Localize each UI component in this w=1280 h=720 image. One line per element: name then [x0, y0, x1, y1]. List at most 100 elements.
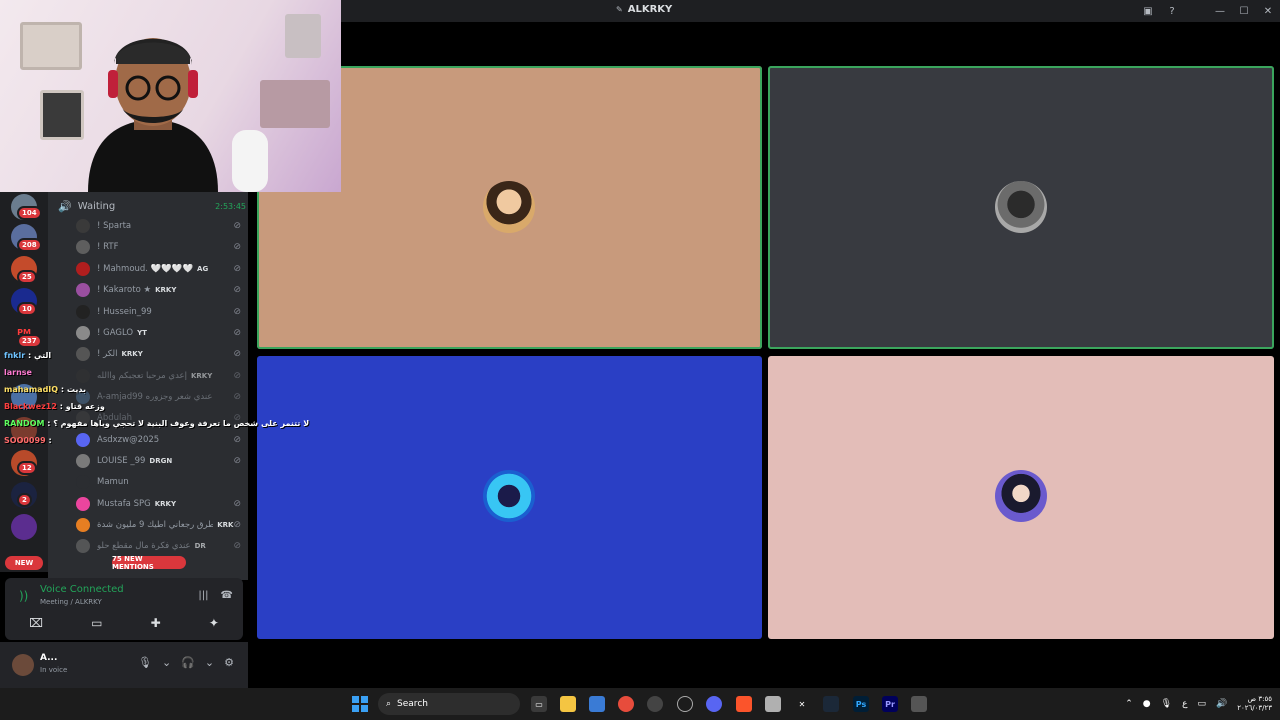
video-tile-3[interactable]: [257, 356, 762, 639]
file-explorer-icon[interactable]: [560, 696, 576, 712]
mention-badge: 2: [17, 493, 32, 507]
chat-user: RANDOM: [4, 419, 45, 428]
clock[interactable]: ٣:٥٥ ص ٢٠٢٦/٠٣/٢٣: [1237, 695, 1272, 713]
member-tag: DRGN: [149, 457, 173, 465]
member-tag: DR: [194, 542, 206, 550]
task-view-icon[interactable]: ▭: [531, 696, 547, 712]
wall-frame: [20, 22, 82, 70]
chat-text: : بديت: [60, 385, 86, 394]
language-icon[interactable]: ع: [1182, 699, 1187, 709]
window-title-text: ALKRKY: [627, 4, 673, 15]
mention-badge: 25: [17, 270, 37, 284]
voice-member[interactable]: ! Mahmoud. 🤍🤍🤍🤍 AG ⊘: [76, 260, 241, 278]
taskbar-search[interactable]: ⌕ Search: [378, 693, 520, 715]
app-tray-icon[interactable]: ●: [1143, 699, 1151, 709]
premiere-icon[interactable]: Pr: [882, 696, 898, 712]
minimize-button[interactable]: —: [1208, 6, 1232, 17]
voice-member[interactable]: ! Sparta ⊘: [76, 217, 241, 235]
noise-suppression-icon[interactable]: |||: [198, 590, 208, 601]
volume-icon[interactable]: 🔊: [1216, 699, 1227, 709]
wall-frame: [260, 80, 330, 128]
chevron-down-icon[interactable]: ⌄: [205, 656, 214, 669]
deafen-icon: ⊘: [233, 371, 241, 381]
capcut-icon[interactable]: ✕: [794, 696, 810, 712]
app-icon[interactable]: [647, 696, 663, 712]
windows-start-icon[interactable]: [352, 696, 368, 712]
user-name[interactable]: A...: [40, 653, 57, 663]
headphones-icon[interactable]: 🎧: [181, 656, 195, 669]
signal-icon[interactable]: )): [19, 589, 28, 603]
user-controls: 🎙 ⌄ 🎧 ⌄ ⚙: [138, 656, 234, 669]
voice-status[interactable]: Voice Connected: [40, 584, 124, 595]
member-name: اطرق رجعاني اطيك 9 مليون شدة: [97, 520, 214, 530]
user-avatar[interactable]: [12, 654, 34, 676]
voice-member[interactable]: Asdxzw@2025 ⊘: [76, 431, 241, 449]
discord-icon[interactable]: [706, 696, 722, 712]
avatar: [76, 305, 90, 319]
member-tag: YT: [137, 329, 147, 337]
avatar: [76, 539, 90, 553]
voice-member[interactable]: ! RTF ⊘: [76, 238, 241, 256]
mention-badge: 12: [17, 461, 37, 475]
voice-member[interactable]: ! Hussein_99 ⊘: [76, 303, 241, 321]
deafen-icon: ⊘: [233, 456, 241, 466]
voice-member[interactable]: إعدي مرحبا تعجبكم واالله KRKY ⊘: [76, 367, 241, 385]
help-icon[interactable]: ?: [1160, 6, 1184, 17]
camera-off-icon[interactable]: ⌧: [29, 616, 43, 630]
chat-message: fnklr : التي: [4, 351, 51, 360]
app-icon[interactable]: [765, 696, 781, 712]
voice-channel-header[interactable]: 🔊 Waiting 2:53:45: [58, 198, 246, 214]
voice-member[interactable]: LOUISE _99 DRGN ⊘: [76, 452, 241, 470]
deafen-icon: ⊘: [233, 328, 241, 338]
voice-member[interactable]: ! Kakaroto ★ KRKY ⊘: [76, 281, 241, 299]
activities-icon[interactable]: ✚: [151, 616, 161, 630]
screen-share-icon[interactable]: ▣: [1136, 6, 1160, 17]
soundboard-icon[interactable]: ✦: [209, 616, 219, 630]
video-tile-4[interactable]: [768, 356, 1274, 639]
member-tag: KRK: [217, 521, 234, 529]
app-icon[interactable]: [911, 696, 927, 712]
chat-text: : التي: [27, 351, 52, 360]
voice-member[interactable]: ! GAGLO YT ⊘: [76, 324, 241, 342]
network-icon[interactable]: ▭: [1197, 699, 1206, 709]
member-name: عندي فكرة مال مقطع حلو: [97, 541, 191, 551]
voice-member[interactable]: اطرق رجعاني اطيك 9 مليون شدة KRK ⊘: [76, 516, 241, 534]
member-name: LOUISE _99: [97, 456, 146, 466]
voice-member[interactable]: Mustafa SPG KRKY ⊘: [76, 495, 241, 513]
chat-text: : وزعه قتاو: [59, 402, 105, 411]
photoshop-icon[interactable]: Ps: [853, 696, 869, 712]
chevron-down-icon[interactable]: ⌄: [162, 656, 171, 669]
brave-icon[interactable]: [736, 696, 752, 712]
voice-member[interactable]: Mamun: [76, 473, 241, 491]
new-mentions-button[interactable]: 75 NEW MENTIONS: [112, 555, 186, 571]
member-name: ! GAGLO: [97, 328, 134, 338]
voice-member[interactable]: عندي فكرة مال مقطع حلو DR ⊘: [76, 537, 241, 555]
microphone-prop: [232, 130, 268, 192]
maximize-button[interactable]: ☐: [1232, 6, 1256, 17]
microphone-icon[interactable]: 🎙: [1161, 699, 1172, 709]
disconnect-icon[interactable]: ☎: [221, 590, 233, 601]
gear-icon[interactable]: ⚙: [224, 656, 234, 669]
chrome-icon[interactable]: [618, 696, 634, 712]
store-icon[interactable]: [589, 696, 605, 712]
video-tile-2[interactable]: [768, 66, 1274, 349]
member-name: Mamun: [97, 477, 129, 487]
voice-member[interactable]: ! الكر KRKY ⊘: [76, 345, 241, 363]
voice-channel-path[interactable]: Meeting / ALKRKY: [40, 598, 102, 606]
deafen-icon: ⊘: [233, 242, 241, 252]
microphone-icon[interactable]: 🎙: [138, 656, 152, 669]
server-list: 104 208 25 10 PM 237 12 2: [0, 192, 48, 572]
steam-icon[interactable]: [677, 696, 693, 712]
steam-icon[interactable]: [823, 696, 839, 712]
screen-share-icon[interactable]: ▭: [91, 616, 102, 630]
system-tray: ⌃ ● 🎙 ع ▭ 🔊 ٣:٥٥ ص ٢٠٢٦/٠٣/٢٣: [1125, 692, 1272, 716]
member-name: Asdxzw@2025: [97, 435, 160, 445]
member-name: ! RTF: [97, 242, 119, 252]
clock-time: ٣:٥٥ ص: [1247, 695, 1272, 703]
close-button[interactable]: ✕: [1256, 6, 1280, 17]
chat-message: SOO0099 :: [4, 436, 52, 445]
chevron-up-icon[interactable]: ⌃: [1125, 699, 1133, 709]
participant-avatar: [995, 470, 1047, 522]
participant-avatar: [483, 181, 535, 233]
server-icon[interactable]: [11, 514, 37, 540]
